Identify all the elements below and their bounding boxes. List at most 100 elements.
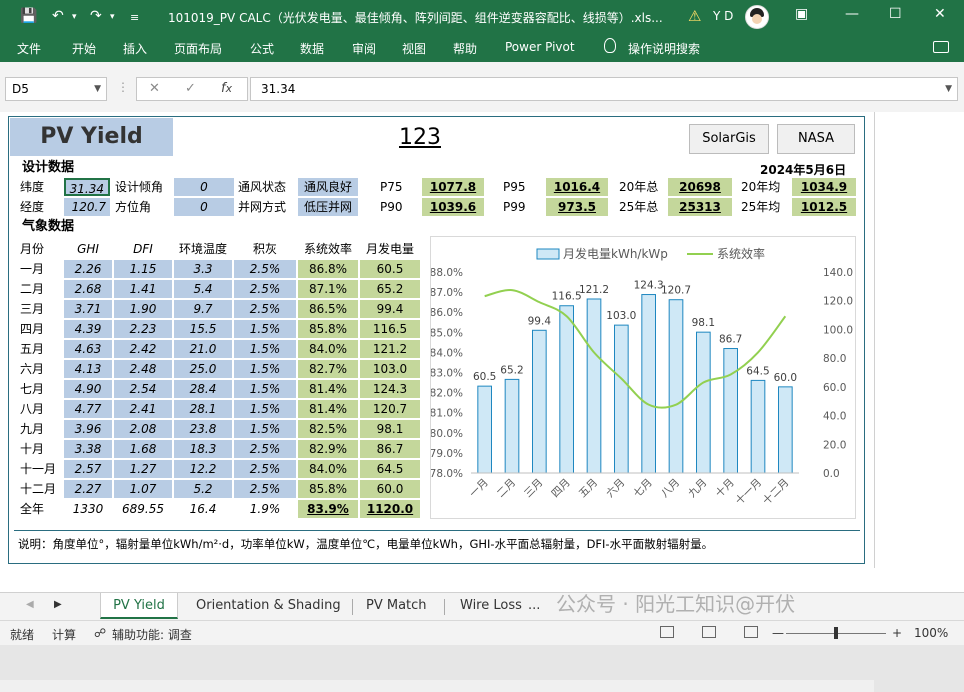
maximize-icon[interactable]: ☐ — [889, 6, 902, 22]
total-cell-month[interactable]: 全年 — [20, 500, 62, 518]
tab-review[interactable]: 审阅 — [352, 40, 376, 57]
longitude-label[interactable]: 经度 — [20, 198, 44, 216]
table-cell-ghi[interactable]: 4.90 — [64, 380, 112, 398]
table-cell-month[interactable]: 二月 — [20, 280, 62, 298]
total-cell-dfi[interactable]: 689.55 — [114, 500, 172, 518]
sheet-tab-pv-match[interactable]: PV Match — [366, 593, 427, 619]
table-cell-dfi[interactable]: 1.68 — [114, 440, 172, 458]
table-cell-efficiency[interactable]: 86.8% — [298, 260, 358, 278]
table-cell-ghi[interactable]: 2.26 — [64, 260, 112, 278]
avg20-label[interactable]: 20年均 — [741, 178, 780, 196]
tab-data[interactable]: 数据 — [300, 40, 324, 57]
tilt-label[interactable]: 设计倾角 — [115, 178, 163, 196]
more-options-icon[interactable]: ⋮ — [117, 80, 129, 94]
table-cell-efficiency[interactable]: 81.4% — [298, 400, 358, 418]
table-cell-ghi[interactable]: 2.27 — [64, 480, 112, 498]
table-cell-efficiency[interactable]: 86.5% — [298, 300, 358, 318]
sheet-title[interactable]: PV Yield — [10, 118, 173, 156]
avg20-cell[interactable]: 1034.9 — [792, 178, 856, 196]
total20-cell[interactable]: 20698 — [668, 178, 732, 196]
normal-view-icon[interactable] — [660, 626, 674, 638]
table-cell-dfi[interactable]: 1.15 — [114, 260, 172, 278]
table-cell-temp[interactable]: 21.0 — [174, 340, 232, 358]
tab-scroll-left-icon[interactable]: ◀ — [26, 599, 34, 610]
p95-label[interactable]: P95 — [503, 178, 526, 196]
report-date[interactable]: 2024年5月6日 — [760, 161, 846, 179]
status-calculate[interactable]: 计算 — [52, 626, 76, 643]
p99-cell[interactable]: 973.5 — [546, 198, 608, 216]
total25-label[interactable]: 25年总 — [619, 198, 658, 216]
horizontal-scrollbar[interactable] — [0, 680, 874, 692]
table-cell-yield[interactable]: 124.3 — [360, 380, 420, 398]
table-cell-ghi[interactable]: 4.39 — [64, 320, 112, 338]
table-cell-temp[interactable]: 23.8 — [174, 420, 232, 438]
table-cell-month[interactable]: 十一月 — [20, 460, 62, 478]
tab-home[interactable]: 开始 — [72, 40, 96, 57]
table-cell-soiling[interactable]: 2.5% — [234, 260, 296, 278]
table-cell-month[interactable]: 一月 — [20, 260, 62, 278]
table-cell-ghi[interactable]: 3.71 — [64, 300, 112, 318]
table-cell-dfi[interactable]: 2.48 — [114, 360, 172, 378]
table-cell-soiling[interactable]: 2.5% — [234, 300, 296, 318]
table-cell-ghi[interactable]: 3.38 — [64, 440, 112, 458]
tab-view[interactable]: 视图 — [402, 40, 426, 57]
total-cell-temp[interactable]: 16.4 — [174, 500, 232, 518]
azimuth-cell[interactable]: 0 — [174, 198, 234, 216]
sheet-tab-pv-yield[interactable]: PV Yield — [100, 593, 178, 619]
table-cell-yield[interactable]: 121.2 — [360, 340, 420, 358]
total20-label[interactable]: 20年总 — [619, 178, 658, 196]
table-cell-yield[interactable]: 98.1 — [360, 420, 420, 438]
table-cell-efficiency[interactable]: 82.5% — [298, 420, 358, 438]
tilt-cell[interactable]: 0 — [174, 178, 234, 196]
table-cell-efficiency[interactable]: 81.4% — [298, 380, 358, 398]
accessibility-icon[interactable]: ☍ — [94, 626, 106, 640]
table-cell-month[interactable]: 九月 — [20, 420, 62, 438]
column-header-month[interactable]: 月份 — [20, 240, 62, 258]
table-cell-temp[interactable]: 5.4 — [174, 280, 232, 298]
table-cell-temp[interactable]: 18.3 — [174, 440, 232, 458]
table-cell-month[interactable]: 七月 — [20, 380, 62, 398]
table-cell-dfi[interactable]: 2.23 — [114, 320, 172, 338]
save-icon[interactable]: 💾 — [20, 8, 37, 24]
total25-cell[interactable]: 25313 — [668, 198, 732, 216]
grid-mode-label[interactable]: 并网方式 — [238, 198, 286, 216]
total-cell-yield[interactable]: 1120.0 — [360, 500, 420, 518]
table-cell-month[interactable]: 三月 — [20, 300, 62, 318]
table-cell-temp[interactable]: 3.3 — [174, 260, 232, 278]
table-cell-dfi[interactable]: 1.27 — [114, 460, 172, 478]
insert-function-icon[interactable]: fx — [221, 81, 232, 96]
table-cell-efficiency[interactable]: 82.7% — [298, 360, 358, 378]
table-cell-dfi[interactable]: 1.90 — [114, 300, 172, 318]
table-cell-ghi[interactable]: 3.96 — [64, 420, 112, 438]
tab-help[interactable]: 帮助 — [453, 40, 477, 57]
undo-dropdown-icon[interactable]: ▾ — [72, 12, 77, 22]
column-header-ghi[interactable]: GHI — [64, 240, 112, 258]
page-break-view-icon[interactable] — [744, 626, 758, 638]
latitude-cell[interactable]: 31.34 — [64, 178, 110, 196]
column-header-yield[interactable]: 月发电量 — [360, 240, 420, 258]
redo-icon[interactable]: ↷ — [90, 8, 102, 24]
tab-scroll-right-icon[interactable]: ▶ — [54, 599, 62, 610]
table-cell-efficiency[interactable]: 84.0% — [298, 340, 358, 358]
cancel-icon[interactable]: ✕ — [149, 81, 160, 96]
minimize-icon[interactable]: — — [845, 6, 859, 22]
table-cell-soiling[interactable]: 2.5% — [234, 460, 296, 478]
tab-page-layout[interactable]: 页面布局 — [174, 40, 222, 57]
table-cell-soiling[interactable]: 1.5% — [234, 420, 296, 438]
table-cell-temp[interactable]: 5.2 — [174, 480, 232, 498]
latitude-label[interactable]: 纬度 — [20, 178, 44, 196]
zoom-slider-knob[interactable] — [834, 627, 838, 639]
project-number[interactable]: 123 — [380, 124, 460, 152]
p75-cell[interactable]: 1077.8 — [422, 178, 484, 196]
table-cell-dfi[interactable]: 2.54 — [114, 380, 172, 398]
table-cell-month[interactable]: 六月 — [20, 360, 62, 378]
column-header-efficiency[interactable]: 系统效率 — [298, 240, 358, 258]
table-cell-month[interactable]: 十月 — [20, 440, 62, 458]
table-cell-yield[interactable]: 65.2 — [360, 280, 420, 298]
ventilation-cell[interactable]: 通风良好 — [298, 178, 358, 196]
table-cell-soiling[interactable]: 1.5% — [234, 340, 296, 358]
tell-me-search[interactable]: 操作说明搜索 — [628, 40, 700, 57]
table-cell-soiling[interactable]: 2.5% — [234, 280, 296, 298]
table-cell-ghi[interactable]: 4.77 — [64, 400, 112, 418]
p75-label[interactable]: P75 — [380, 178, 403, 196]
